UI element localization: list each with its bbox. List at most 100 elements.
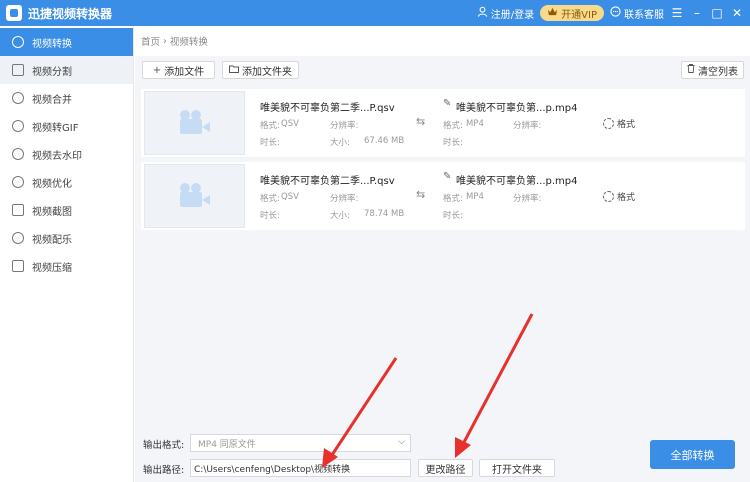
sidebar-item-compress[interactable]: 视频压缩 xyxy=(0,252,133,280)
main-panel: 首页 › 视频转换 + 添加文件 添加文件夹 清空列表 唯美貌不可辜负第二季..… xyxy=(135,26,750,482)
add-file-label: 添加文件 xyxy=(164,66,205,78)
compress-icon xyxy=(12,260,24,272)
app-logo-icon xyxy=(6,5,22,21)
minimize-icon[interactable]: – xyxy=(690,6,704,20)
sidebar-item-label: 视频配乐 xyxy=(32,234,72,246)
open-folder-button[interactable]: 打开文件夹 xyxy=(479,459,555,477)
source-format-value: QSV xyxy=(281,119,299,129)
sidebar-item-label: 视频转换 xyxy=(32,38,72,50)
source-format-label: 格式: xyxy=(260,194,280,204)
source-file-name: 唯美貌不可辜负第二季...P.qsv xyxy=(260,103,395,114)
output-path-label: 输出路径: xyxy=(143,465,185,476)
sidebar-item-music[interactable]: 视频配乐 xyxy=(0,224,133,252)
edit-pencil-icon[interactable]: ✎ xyxy=(443,171,451,182)
plus-icon: + xyxy=(152,64,162,76)
source-size-label: 大小: xyxy=(330,211,350,221)
edit-pencil-icon[interactable]: ✎ xyxy=(443,98,451,109)
video-thumbnail xyxy=(144,91,245,155)
source-size-value: 67.46 MB xyxy=(364,136,405,146)
sidebar-item-screenshot[interactable]: 视频截图 xyxy=(0,196,133,224)
convert-arrow-icon: ⇆ xyxy=(416,188,426,201)
split-icon xyxy=(12,64,24,76)
video-thumbnail xyxy=(144,164,245,228)
trash-icon xyxy=(687,64,695,76)
video-camera-icon xyxy=(178,110,212,136)
output-format-label: 输出格式: xyxy=(143,440,185,451)
sidebar-item-label: 视频分割 xyxy=(32,66,72,78)
app-title: 迅捷视频转换器 xyxy=(28,6,113,21)
sidebar-item-split[interactable]: 视频分割 xyxy=(0,56,133,84)
user-icon xyxy=(477,6,488,20)
login-link[interactable]: 注册/登录 xyxy=(477,6,534,21)
output-resolution-label: 分辨率: xyxy=(513,194,542,204)
service-link[interactable]: 联系客服 xyxy=(610,6,664,21)
source-file-name: 唯美貌不可辜负第二季...P.qsv xyxy=(260,176,395,187)
merge-icon xyxy=(12,92,24,104)
breadcrumb-current: 视频转换 xyxy=(169,37,208,48)
crown-icon xyxy=(547,7,558,19)
format-settings-button[interactable]: 格式 xyxy=(603,117,635,130)
output-format-select[interactable]: MP4 同原文件 ⌵ xyxy=(190,434,411,452)
source-duration-label: 时长: xyxy=(260,138,280,148)
change-path-label: 更改路径 xyxy=(425,464,466,476)
add-folder-button[interactable]: 添加文件夹 xyxy=(222,61,299,79)
gif-icon xyxy=(12,120,24,132)
chat-icon xyxy=(610,6,621,20)
breadcrumb-home[interactable]: 首页 xyxy=(141,34,160,48)
convert-all-button[interactable]: 全部转换 xyxy=(650,440,735,469)
chevron-down-icon: ⌵ xyxy=(398,437,405,447)
screenshot-icon xyxy=(12,204,24,216)
clear-list-button[interactable]: 清空列表 xyxy=(681,61,744,79)
service-label: 联系客服 xyxy=(624,9,664,21)
format-settings-button[interactable]: 格式 xyxy=(603,190,635,203)
add-folder-label: 添加文件夹 xyxy=(242,66,292,78)
sidebar-item-label: 视频合并 xyxy=(32,94,72,106)
source-duration-label: 时长: xyxy=(260,211,280,221)
vip-button[interactable]: 开通VIP xyxy=(540,5,604,21)
output-duration-label: 时长: xyxy=(443,211,463,221)
source-resolution-label: 分辨率: xyxy=(330,194,359,204)
format-settings-label: 格式 xyxy=(617,120,636,130)
vip-label: 开通VIP xyxy=(561,9,597,21)
source-size-label: 大小: xyxy=(330,138,350,148)
format-settings-label: 格式 xyxy=(617,193,636,203)
sidebar-item-gif[interactable]: 视频转GIF xyxy=(0,112,133,140)
output-path-input[interactable] xyxy=(190,459,411,477)
source-format-value: QSV xyxy=(281,192,299,202)
file-row[interactable]: 唯美貌不可辜负第二季...P.qsv 格式: QSV 分辨率: 时长: 大小: … xyxy=(141,89,745,157)
menu-icon[interactable]: ☰ xyxy=(670,6,684,20)
maximize-icon[interactable]: □ xyxy=(710,6,724,20)
output-format-value: MP4 xyxy=(466,192,484,202)
source-resolution-label: 分辨率: xyxy=(330,121,359,131)
sidebar-item-label: 视频截图 xyxy=(32,206,72,218)
close-icon[interactable]: ✕ xyxy=(730,6,744,20)
optimize-icon xyxy=(12,176,24,188)
add-file-button[interactable]: + 添加文件 xyxy=(142,61,215,79)
convert-arrow-icon: ⇆ xyxy=(416,115,426,128)
source-size-value: 78.74 MB xyxy=(364,209,405,219)
title-bar: 迅捷视频转换器 注册/登录 开通VIP 联系客服 ☰ – □ ✕ xyxy=(0,0,750,26)
output-duration-label: 时长: xyxy=(443,138,463,148)
sidebar-item-label: 视频去水印 xyxy=(32,150,82,162)
output-file-name: 唯美貌不可辜负第...p.mp4 xyxy=(456,103,578,114)
output-format-label: 格式: xyxy=(443,194,463,204)
convert-icon xyxy=(12,36,24,48)
sidebar-item-watermark[interactable]: 视频去水印 xyxy=(0,140,133,168)
clear-list-label: 清空列表 xyxy=(698,66,738,78)
change-path-button[interactable]: 更改路径 xyxy=(418,459,473,477)
file-row[interactable]: 唯美貌不可辜负第二季...P.qsv 格式: QSV 分辨率: 时长: 大小: … xyxy=(141,162,745,230)
sidebar-item-merge[interactable]: 视频合并 xyxy=(0,84,133,112)
watermark-icon xyxy=(12,148,24,160)
gear-icon xyxy=(603,118,614,129)
sidebar-item-label: 视频转GIF xyxy=(32,122,79,134)
convert-all-label: 全部转换 xyxy=(670,448,715,462)
toolbar: + 添加文件 添加文件夹 清空列表 xyxy=(142,61,744,81)
sidebar-item-optimize[interactable]: 视频优化 xyxy=(0,168,133,196)
folder-icon xyxy=(229,65,239,76)
output-resolution-label: 分辨率: xyxy=(513,121,542,131)
output-format-label: 格式: xyxy=(443,121,463,131)
output-file-name: 唯美貌不可辜负第...p.mp4 xyxy=(456,176,578,187)
music-icon xyxy=(12,232,24,244)
sidebar-item-convert[interactable]: 视频转换 xyxy=(0,28,133,56)
gear-icon xyxy=(603,191,614,202)
